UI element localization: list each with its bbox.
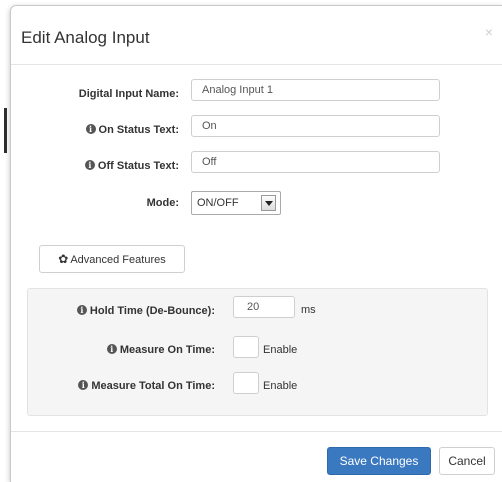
modal-title: Edit Analog Input: [21, 28, 150, 47]
mode-select[interactable]: ON/OFF: [191, 191, 281, 215]
info-icon: i: [106, 344, 117, 354]
on-status-text-label: On Status Text:: [98, 124, 179, 136]
info-icon: i: [78, 380, 89, 390]
mode-select-value: ON/OFF: [197, 197, 239, 209]
measure-total-on-time-label: Measure Total On Time:: [91, 380, 215, 392]
digital-input-name-label: Digital Input Name:: [78, 88, 179, 100]
info-icon: i: [85, 124, 96, 134]
hold-time-unit: ms: [301, 304, 316, 316]
hold-time-label-wrap: i Hold Time (De-Bounce):: [76, 305, 215, 317]
background-page: [0, 0, 10, 481]
off-status-text-label: Off Status Text:: [97, 160, 179, 172]
save-changes-button[interactable]: Save Changes: [327, 447, 431, 475]
measure-total-on-time-enable-label: Enable: [263, 380, 298, 392]
chevron-down-icon[interactable]: [261, 195, 276, 211]
measure-on-time-enable-label: Enable: [263, 344, 298, 356]
off-status-text-input[interactable]: [191, 151, 440, 173]
modal-footer-divider: [11, 431, 502, 432]
measure-on-time-checkbox[interactable]: [233, 336, 259, 358]
advanced-features-label: Advanced Features: [70, 254, 166, 266]
advanced-features-button[interactable]: ✿ Advanced Features: [39, 245, 185, 273]
info-icon: i: [84, 160, 95, 170]
gear-icon: ✿: [58, 252, 69, 266]
measure-total-on-time-label-wrap: i Measure Total On Time:: [78, 380, 215, 392]
on-status-text-input[interactable]: [191, 115, 440, 137]
mode-label: Mode:: [146, 197, 179, 209]
off-status-text-label-wrap: i Off Status Text:: [84, 160, 179, 172]
on-status-text-label-wrap: i On Status Text:: [85, 124, 179, 136]
measure-on-time-label: Measure On Time:: [119, 344, 215, 356]
measure-on-time-label-wrap: i Measure On Time:: [106, 344, 215, 356]
close-icon[interactable]: ×: [485, 24, 493, 40]
info-icon: i: [76, 305, 87, 315]
modal-header: Edit Analog Input ×: [11, 6, 502, 65]
background-divider: [4, 108, 7, 153]
edit-analog-input-modal: Edit Analog Input × Digital Input Name: …: [10, 5, 502, 482]
hold-time-input[interactable]: [233, 296, 295, 318]
hold-time-label: Hold Time (De-Bounce):: [89, 305, 215, 317]
measure-total-on-time-checkbox[interactable]: [233, 372, 259, 394]
cancel-button[interactable]: Cancel: [439, 447, 495, 475]
digital-input-name-input[interactable]: [191, 79, 440, 101]
